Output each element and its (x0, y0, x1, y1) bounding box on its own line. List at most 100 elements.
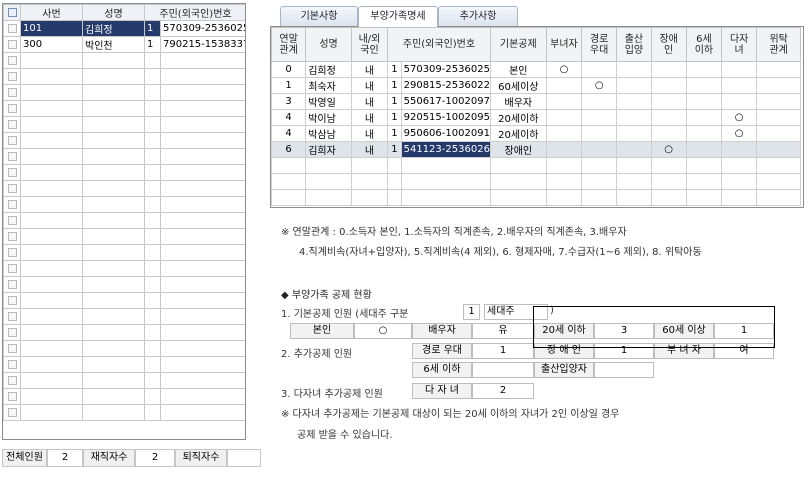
dependent-row[interactable]: 4 박이남 내 1 920515-1002095 20세이하 ○ (271, 109, 801, 126)
deduction-mark-cell[interactable] (581, 125, 618, 142)
deduction-mark-cell[interactable] (545, 141, 583, 158)
deduction-mark-cell[interactable] (756, 109, 801, 126)
deduction-mark-cell[interactable] (616, 141, 652, 158)
employee-row-empty[interactable] (3, 116, 245, 133)
row-checkbox[interactable] (3, 228, 21, 245)
employee-row-empty[interactable] (3, 324, 245, 341)
dependents-column-header[interactable]: 내/외 국인 (350, 27, 389, 62)
employee-row-empty[interactable] (3, 52, 245, 69)
employee-row-empty[interactable] (3, 212, 245, 229)
deduction-mark-cell[interactable] (756, 93, 801, 110)
row-checkbox[interactable] (3, 52, 21, 69)
deduction-mark-cell[interactable] (616, 93, 652, 110)
deduction-mark-cell[interactable] (721, 93, 758, 110)
deduction-mark-cell[interactable] (545, 109, 583, 126)
deduction-mark-cell[interactable] (650, 61, 687, 78)
deduction-mark-cell[interactable]: ○ (545, 61, 583, 78)
row-checkbox[interactable] (3, 84, 21, 101)
row-checkbox[interactable] (3, 292, 21, 309)
deduction-mark-cell[interactable] (685, 61, 723, 78)
dependent-row-empty[interactable] (271, 173, 801, 190)
deduction-mark-cell[interactable]: ○ (581, 77, 618, 94)
deduction-mark-cell[interactable] (545, 125, 583, 142)
dependents-grid[interactable]: 연말 관계 성명 내/외 국인 주민(외국인)번호 기본공제 부녀자 경로 우대 출산 입양 장… (270, 26, 804, 208)
row-checkbox[interactable] (3, 340, 21, 357)
dependent-row-empty[interactable] (271, 157, 801, 174)
deduction-mark-cell[interactable] (721, 141, 758, 158)
deduction-mark-cell[interactable] (756, 77, 801, 94)
row-checkbox[interactable] (3, 324, 21, 341)
deduction-mark-cell[interactable] (685, 125, 723, 142)
employee-row-empty[interactable] (3, 276, 245, 293)
dependent-row[interactable]: 4 박삼남 내 1 950606-1002091 20세이하 ○ (271, 125, 801, 142)
deduction-mark-cell[interactable] (545, 77, 583, 94)
dependent-row-empty[interactable] (271, 189, 801, 206)
row-checkbox[interactable] (3, 388, 21, 405)
row-checkbox[interactable] (3, 356, 21, 373)
dependents-column-header[interactable]: 성명 (305, 27, 352, 62)
dependents-column-header[interactable]: 출산 입양 (616, 27, 652, 62)
row-checkbox[interactable] (3, 132, 21, 149)
employee-row-empty[interactable] (3, 180, 245, 197)
dependents-column-header[interactable]: 위탁 관계 (756, 27, 801, 62)
employee-row-empty[interactable] (3, 100, 245, 117)
deduction-mark-cell[interactable] (616, 109, 652, 126)
dependents-column-header[interactable]: 6세 이하 (685, 27, 723, 62)
deduction-mark-cell[interactable] (650, 77, 687, 94)
employee-row-empty[interactable] (3, 84, 245, 101)
employee-row[interactable]: 101 김희정 1 570309-2536025 (3, 20, 245, 37)
deduction-mark-cell[interactable] (721, 61, 758, 78)
row-checkbox[interactable] (3, 260, 21, 277)
employee-row-empty[interactable] (3, 164, 245, 181)
dependents-column-header[interactable]: 연말 관계 (271, 27, 307, 62)
row-checkbox[interactable] (3, 100, 21, 117)
household-code-field[interactable]: 1 (463, 304, 480, 320)
dependents-column-header[interactable]: 기본공제 (489, 27, 547, 62)
dependents-column-header[interactable]: 다자 녀 (721, 27, 758, 62)
dependents-column-header[interactable]: 주민(외국인)번호 (387, 27, 491, 62)
deduction-mark-cell[interactable] (581, 93, 618, 110)
employee-row-empty[interactable] (3, 68, 245, 85)
employee-row-empty[interactable] (3, 356, 245, 373)
tab-basic-info[interactable]: 기본사항 (280, 6, 358, 26)
employee-row-empty[interactable] (3, 308, 245, 325)
employee-row-empty[interactable] (3, 292, 245, 309)
deduction-mark-cell[interactable] (756, 125, 801, 142)
dependent-row[interactable]: 3 박영일 내 1 550617-1002097 배우자 (271, 93, 801, 110)
deduction-mark-cell[interactable] (581, 109, 618, 126)
row-checkbox[interactable] (3, 164, 21, 181)
deduction-mark-cell[interactable] (545, 93, 583, 110)
household-type-field[interactable]: 세대주 (484, 304, 548, 320)
row-checkbox[interactable] (3, 68, 21, 85)
row-checkbox[interactable] (3, 372, 21, 389)
employee-row[interactable]: 300 박인천 1 790215-1538337 (3, 36, 245, 53)
employee-row-empty[interactable] (3, 260, 245, 277)
employee-row-empty[interactable] (3, 388, 245, 405)
row-checkbox[interactable] (3, 276, 21, 293)
employee-row-empty[interactable] (3, 132, 245, 149)
deduction-mark-cell[interactable] (650, 125, 687, 142)
deduction-mark-cell[interactable]: ○ (721, 109, 758, 126)
deduction-mark-cell[interactable] (685, 109, 723, 126)
dependents-column-header[interactable]: 장애 인 (650, 27, 687, 62)
dependents-column-header[interactable]: 경로 우대 (581, 27, 618, 62)
employee-row-empty[interactable] (3, 228, 245, 245)
deduction-mark-cell[interactable]: ○ (721, 125, 758, 142)
deduction-mark-cell[interactable] (581, 61, 618, 78)
deduction-mark-cell[interactable] (685, 93, 723, 110)
deduction-mark-cell[interactable] (616, 77, 652, 94)
employee-row-empty[interactable] (3, 404, 245, 421)
row-checkbox[interactable] (3, 36, 21, 53)
deduction-mark-cell[interactable] (650, 93, 687, 110)
deduction-mark-cell[interactable] (616, 125, 652, 142)
row-checkbox[interactable] (3, 196, 21, 213)
row-checkbox[interactable] (3, 20, 21, 37)
dependents-column-header[interactable]: 부녀자 (545, 27, 583, 62)
row-checkbox[interactable] (3, 308, 21, 325)
row-checkbox[interactable] (3, 244, 21, 261)
employee-row-empty[interactable] (3, 244, 245, 261)
deduction-mark-cell[interactable] (756, 61, 801, 78)
row-checkbox[interactable] (3, 212, 21, 229)
employee-row-empty[interactable] (3, 340, 245, 357)
employee-row-empty[interactable] (3, 148, 245, 165)
